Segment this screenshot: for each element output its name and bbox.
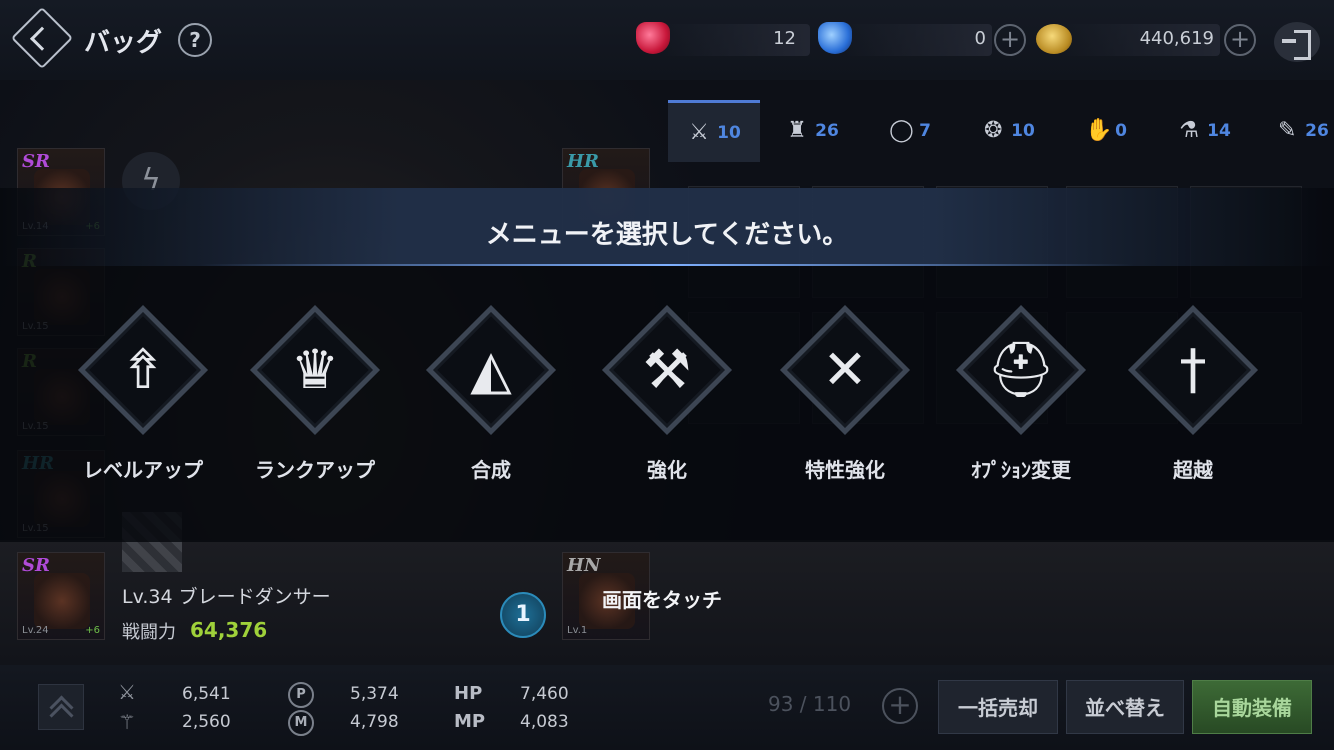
tab-count: 14: [1207, 121, 1231, 141]
trait-enhance-icon: ✕: [822, 338, 868, 401]
equipment-icon: [34, 573, 90, 629]
menu-label: ランクアップ: [255, 458, 375, 482]
enhance-icon: ⚒: [642, 338, 692, 401]
sort-button[interactable]: 並べ替え: [1066, 680, 1184, 734]
tab-count: 7: [919, 121, 931, 141]
magic-attack-icon: ⚚: [118, 710, 136, 734]
character-level-class: Lv.34 ブレードダンサー: [122, 586, 331, 608]
tab-amulet[interactable]: ❂ 10: [962, 100, 1054, 162]
menu-label: ｵﾌﾟｼｮﾝ変更: [971, 458, 1071, 482]
option-change-icon: ⛑: [986, 338, 1056, 401]
transcend-icon: †: [1179, 338, 1207, 401]
power-value: 64,376: [190, 618, 268, 642]
tab-weapon[interactable]: ⚔ 10: [668, 100, 760, 162]
ruby-count: 12: [773, 28, 796, 49]
menu-label: 強化: [647, 458, 687, 482]
equipment-slot[interactable]: SR Lv.24 +6: [17, 552, 105, 640]
gold-icon: [1036, 24, 1072, 54]
trait-enhance-button[interactable]: ✕ 特性強化: [779, 304, 911, 498]
collapse-icon[interactable]: [38, 684, 84, 730]
touch-hint[interactable]: 画面をタッチ: [602, 584, 722, 613]
tab-armor[interactable]: ♜ 26: [766, 100, 858, 162]
item-level: Lv.24: [22, 625, 49, 636]
physical-defense-value: 5,374: [350, 684, 399, 704]
hp-value: 7,460: [520, 684, 569, 704]
weapon-icon: ⚔: [689, 119, 710, 145]
rank-up-button[interactable]: ♛ ランクアップ: [249, 304, 381, 498]
transcend-button[interactable]: † 超越: [1127, 304, 1259, 498]
menu-label: 特性強化: [805, 458, 885, 482]
synthesis-icon: ◭: [470, 338, 512, 401]
auto-equip-button[interactable]: 自動装備: [1192, 680, 1312, 734]
rank-badge: SR: [22, 555, 50, 576]
step-badge: 1: [500, 592, 546, 638]
sell-all-button[interactable]: 一括売却: [938, 680, 1058, 734]
ruby-icon: [636, 22, 670, 54]
hp-label: HP: [454, 683, 483, 704]
rank-up-icon: ♛: [290, 338, 340, 401]
page-title: バッグ: [84, 28, 163, 58]
attack-value: 6,541: [182, 684, 231, 704]
exit-icon[interactable]: [1274, 22, 1320, 62]
magic-attack-value: 2,560: [182, 712, 231, 732]
category-tabs: ⚔ 10 ♜ 26 ◯ 7 ❂ 10 ✋ 0 ⚗ 14 ✎ 26: [668, 100, 1329, 162]
power-label: 戦闘力: [122, 622, 176, 643]
tab-count: 0: [1115, 121, 1127, 141]
tab-count: 10: [1011, 121, 1035, 141]
menu-label: 合成: [471, 458, 511, 482]
level-up-button[interactable]: ⇮ レベルアップ: [77, 304, 209, 498]
option-change-button[interactable]: ⛑ ｵﾌﾟｼｮﾝ変更: [955, 304, 1087, 498]
magic-defense-value: 4,798: [350, 712, 399, 732]
tab-scroll[interactable]: ✎ 26: [1256, 100, 1334, 162]
tab-count: 10: [717, 122, 741, 143]
item-level: Lv.1: [567, 625, 588, 636]
rank-badge: SR: [22, 151, 50, 172]
armor-icon: ♜: [787, 118, 808, 143]
menu-prompt: メニューを選択してください。: [485, 220, 849, 250]
ring-icon: ◯: [889, 118, 914, 143]
tab-count: 26: [1305, 121, 1329, 141]
help-icon[interactable]: ?: [178, 23, 212, 57]
tab-potion[interactable]: ⚗ 14: [1158, 100, 1250, 162]
mp-label: MP: [454, 711, 486, 732]
menu-label: レベルアップ: [83, 458, 203, 482]
bag-capacity: 93 / 110: [768, 692, 852, 716]
expand-bag-button[interactable]: +: [882, 688, 918, 724]
gold-count: 440,619: [1139, 28, 1214, 49]
sapphire-icon: [818, 22, 852, 54]
enhance-level: +6: [85, 625, 100, 636]
mp-value: 4,083: [520, 712, 569, 732]
add-sapphire-button[interactable]: +: [994, 24, 1026, 56]
menu-label: 超越: [1173, 458, 1213, 482]
physical-defense-icon: P: [288, 682, 314, 708]
amulet-icon: ❂: [983, 118, 1003, 143]
tab-glove[interactable]: ✋ 0: [1060, 100, 1152, 162]
potion-icon: ⚗: [1179, 118, 1200, 143]
tab-ring[interactable]: ◯ 7: [864, 100, 956, 162]
enhance-button[interactable]: ⚒ 強化: [601, 304, 733, 498]
synthesis-button[interactable]: ◭ 合成: [425, 304, 557, 498]
level-up-icon: ⇮: [120, 338, 166, 401]
glove-icon: ✋: [1085, 118, 1113, 143]
magic-defense-icon: M: [288, 710, 314, 736]
sapphire-count: 0: [974, 28, 986, 49]
rank-badge: HR: [567, 151, 599, 172]
add-gold-button[interactable]: +: [1224, 24, 1256, 56]
attack-icon: ⚔: [118, 680, 136, 704]
rank-badge: HN: [567, 555, 601, 576]
scroll-icon: ✎: [1277, 118, 1297, 143]
tab-count: 26: [815, 121, 839, 141]
